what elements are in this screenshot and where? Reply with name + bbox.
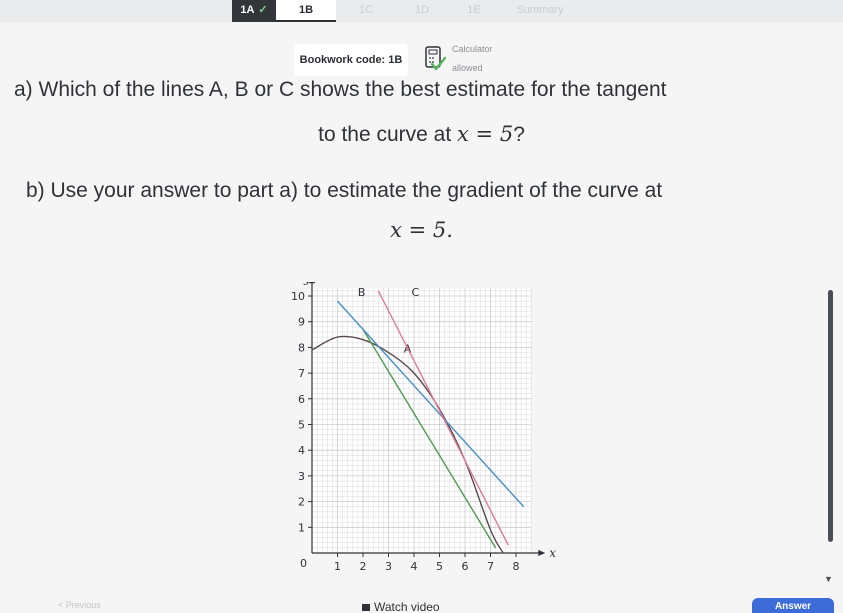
check-icon: ✓: [258, 4, 268, 16]
tab-1d-label: 1D: [414, 4, 430, 16]
calculator-label: Calculator: [452, 44, 493, 54]
y-tick-label: 10: [291, 290, 305, 303]
x-tick-label: 7: [487, 560, 494, 573]
x-axis-arrow: [538, 550, 546, 556]
answer-button[interactable]: Answer: [752, 598, 834, 613]
y-tick-label: 2: [298, 496, 305, 509]
x-axis-label: x: [549, 546, 556, 560]
y-tick-label: 6: [298, 393, 305, 406]
x-tick-label: 5: [436, 560, 443, 573]
bookwork-code: Bookwork code: 1B: [294, 44, 408, 76]
tab-summary-label: Summary: [516, 4, 564, 16]
plot-background: [312, 288, 532, 553]
line-label-b: B: [358, 286, 366, 299]
x-tick-label: 2: [360, 560, 367, 573]
x-tick-label: 8: [513, 560, 520, 573]
question-tab-bar: 1A ✓ 1B 1C 1D 1E Summary: [0, 0, 843, 22]
y-tick-label: 7: [298, 367, 305, 380]
x-tick-label: 4: [411, 560, 418, 573]
calculator-allowed-icon: [425, 46, 446, 71]
video-icon: [362, 604, 370, 612]
scroll-down-icon[interactable]: ▼: [824, 574, 833, 584]
question-b-line2: x = 5.: [0, 218, 843, 243]
line-label-c: C: [411, 286, 419, 299]
tab-1a[interactable]: 1A ✓: [232, 0, 276, 22]
tab-1c-label: 1C: [358, 4, 374, 16]
watch-video-label: Watch video: [374, 600, 440, 613]
tab-1b-label: 1B: [298, 4, 314, 16]
y-tick-label: 8: [298, 341, 305, 354]
scrollbar[interactable]: [828, 290, 833, 542]
tab-summary[interactable]: Summary: [500, 0, 580, 22]
y-tick-label: 5: [298, 419, 305, 432]
tab-1e-label: 1E: [467, 4, 481, 16]
y-axis-label: y: [303, 282, 311, 285]
y-tick-label: 1: [298, 521, 305, 534]
x-tick-label: 6: [462, 560, 469, 573]
tab-1b[interactable]: 1B: [276, 0, 336, 22]
question-a-end: ?: [513, 123, 525, 146]
question-a-line1: a) Which of the lines A, B or C shows th…: [14, 78, 667, 101]
x-tick-label: 3: [385, 560, 392, 573]
tangent-graph: 12345678123456789100xyABC: [291, 282, 556, 573]
question-b-math: x = 5.: [390, 218, 453, 242]
y-tick-label: 4: [298, 444, 305, 457]
origin-label: 0: [300, 557, 307, 570]
tab-1e[interactable]: 1E: [448, 0, 500, 22]
calculator-status: Calculator allowed: [452, 44, 493, 74]
y-tick-label: 3: [298, 470, 305, 483]
watch-video-button[interactable]: Watch video: [362, 600, 440, 613]
tab-1d[interactable]: 1D: [396, 0, 448, 22]
y-tick-label: 9: [298, 316, 305, 329]
calculator-allowed-label: allowed: [452, 63, 483, 73]
question-a-line2: to the curve at x = 5?: [0, 122, 843, 147]
question-a-math: x = 5: [457, 122, 514, 146]
tab-1c[interactable]: 1C: [336, 0, 396, 22]
question-a-text: to the curve at: [318, 123, 458, 146]
question-b-line1: b) Use your answer to part a) to estimat…: [26, 179, 663, 202]
previous-button[interactable]: < Previous: [58, 600, 101, 610]
tab-1a-label: 1A: [240, 4, 255, 16]
x-tick-label: 1: [334, 560, 341, 573]
